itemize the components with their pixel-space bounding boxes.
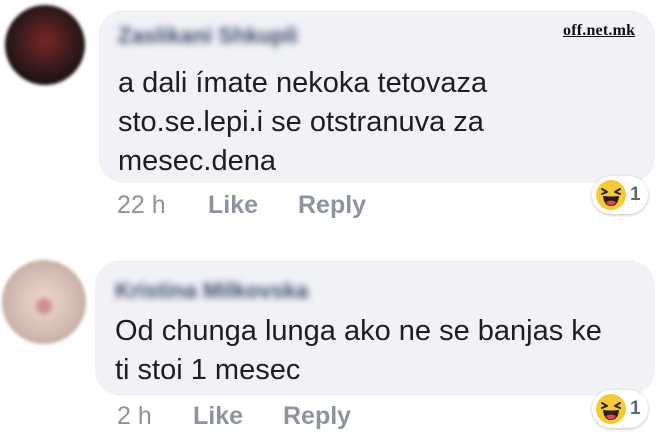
comment-text: a dali ímate nekoka tetovaza sto.se.lepi… xyxy=(118,64,487,181)
comment-timestamp[interactable]: 2 h xyxy=(117,402,152,431)
reaction-count: 1 xyxy=(630,398,641,419)
haha-emoji-icon xyxy=(596,394,626,424)
comment-text: Od chunga lunga ako ne se banjas ke ti s… xyxy=(115,312,602,390)
reply-button[interactable]: Reply xyxy=(298,191,366,220)
comment: Kristina Milkovska Od chunga lunga ako n… xyxy=(0,250,665,443)
reaction-count: 1 xyxy=(630,184,641,205)
haha-emoji-icon xyxy=(596,180,626,210)
comment-bubble: Kristina Milkovska Od chunga lunga ako n… xyxy=(95,260,655,396)
comment-text-line: mesec.dena xyxy=(118,145,276,177)
like-button[interactable]: Like xyxy=(208,191,258,220)
avatar[interactable] xyxy=(5,5,85,85)
like-button[interactable]: Like xyxy=(193,402,243,431)
comment-timestamp[interactable]: 22 h xyxy=(117,191,166,220)
reaction-summary[interactable]: 1 xyxy=(592,390,648,428)
reply-button[interactable]: Reply xyxy=(283,402,351,431)
comment-author[interactable]: Zaslikani Shkupli xyxy=(118,23,298,49)
avatar[interactable] xyxy=(2,260,86,344)
comment-text-line: Od chunga lunga ako ne se banjas ke xyxy=(115,315,602,347)
reaction-summary[interactable]: 1 xyxy=(592,176,648,214)
watermark: off.net.mk xyxy=(563,22,636,39)
comment-author[interactable]: Kristina Milkovska xyxy=(115,278,308,304)
comment-text-line: ti stoi 1 mesec xyxy=(115,354,301,386)
comment-text-line: a dali ímate nekoka tetovaza xyxy=(118,67,488,99)
comment-text-line: sto.se.lepi.i se otstranuva za xyxy=(118,106,484,138)
